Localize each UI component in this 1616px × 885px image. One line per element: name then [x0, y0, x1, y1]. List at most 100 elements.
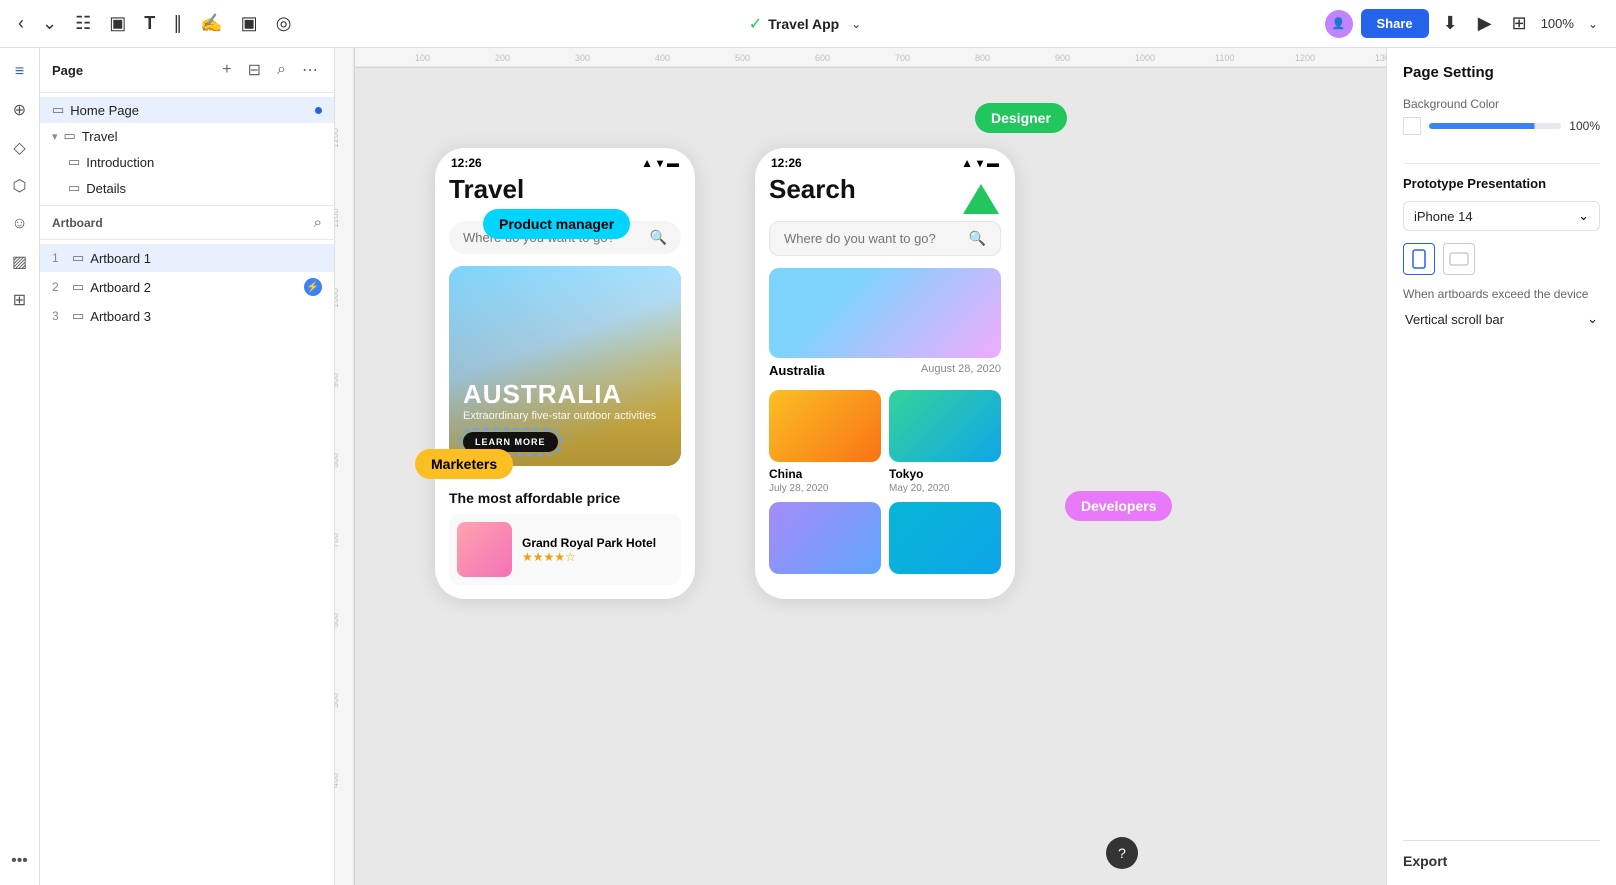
hero-card: AUSTRALIA Extraordinary five-star outdoo… [449, 266, 681, 466]
search-status-icons: ▲ ▾ ▬ [961, 156, 999, 170]
signal-icon-2: ▲ [961, 156, 973, 170]
folder-button[interactable]: ⊟ [244, 58, 265, 82]
page-item-intro[interactable]: ▭ Introduction [40, 149, 334, 175]
search-time: 12:26 [771, 156, 802, 170]
share-button[interactable]: Share [1361, 9, 1429, 38]
page-name-home: Home Page [70, 103, 139, 118]
search-pages-button[interactable]: ⌕ [273, 59, 290, 81]
artboard-num-1: 1 [52, 251, 66, 265]
text-button[interactable]: T [138, 9, 161, 38]
pages-header: Page + ⊟ ⌕ ⋯ [40, 48, 334, 93]
artboard-icon-3: ▭ [72, 308, 84, 324]
prototype-icon-btn[interactable]: ⬡ [4, 170, 36, 202]
dropdown-button[interactable]: ⌄ [36, 9, 63, 38]
device-frames-row [1403, 243, 1600, 275]
image-icon-btn[interactable]: ▨ [4, 246, 36, 278]
device-select[interactable]: iPhone 14 ⌄ [1403, 201, 1600, 231]
artboard-item-3[interactable]: 3 ▭ Artboard 3 [40, 302, 334, 330]
landscape-frame-opt[interactable] [1443, 243, 1475, 275]
search-input-2[interactable] [784, 231, 961, 246]
more-icon-btn[interactable]: ••• [4, 845, 36, 877]
article-australia: Australia August 28, 2020 [769, 268, 1001, 380]
artboard-header: Artboard ⌕ [40, 206, 334, 240]
exceed-select[interactable]: Vertical scroll bar ⌄ [1403, 307, 1600, 331]
hand-button[interactable]: ✍ [194, 9, 228, 38]
main-content: ≡ ⊕ ◇ ⬡ ☺ ▨ ⊞ ••• Page + ⊟ ⌕ ⋯ ▭ Home Pa… [0, 48, 1616, 885]
device-select-label: iPhone 14 [1414, 209, 1473, 224]
artboard-icon-2: ▭ [72, 279, 84, 295]
svg-text:700: 700 [335, 533, 340, 548]
article-selfie [769, 502, 881, 574]
article-location-2: China [769, 467, 802, 481]
artboard-name-1: Artboard 1 [90, 251, 322, 266]
exceed-label: When artboards exceed the device [1403, 287, 1600, 301]
hotel-stars: ★★★★☆ [522, 550, 656, 564]
present-button[interactable]: ⊞ [1506, 9, 1533, 38]
battery-icon-2: ▬ [987, 156, 999, 170]
title-dropdown[interactable]: ⌄ [845, 13, 867, 35]
page-name-travel: Travel [82, 129, 118, 144]
svg-text:200: 200 [495, 53, 510, 63]
article-location-3: Tokyo [889, 467, 923, 481]
hero-country: AUSTRALIA [463, 379, 667, 410]
article-location-1: Australia [769, 363, 825, 378]
artboard-item-2[interactable]: 2 ▭ Artboard 2 ⚡ [40, 272, 334, 302]
more-pages-button[interactable]: ⋯ [298, 58, 322, 82]
product-manager-bubble-container: Product manager [483, 216, 497, 232]
layers-icon-btn[interactable]: ≡ [4, 56, 36, 88]
wifi-icon-2: ▾ [977, 156, 983, 170]
triangle-decoration [963, 184, 999, 214]
canvas-content: 12:26 ▲ ▾ ▬ Travel 🔍 [355, 68, 1386, 885]
selfie-image [769, 502, 881, 574]
svg-text:900: 900 [1055, 53, 1070, 63]
zoom-level: 100% [1541, 16, 1574, 31]
portrait-frame-opt[interactable] [1403, 243, 1435, 275]
zoom-dropdown[interactable]: ⌄ [1582, 13, 1604, 35]
add-page-button[interactable]: + [218, 59, 235, 81]
travel-title: Travel [449, 174, 681, 209]
developers-bubble[interactable]: Developers [1065, 491, 1172, 521]
page-item-details[interactable]: ▭ Details [40, 175, 334, 201]
signal-icon: ▲ [641, 156, 653, 170]
assets-icon-btn[interactable]: ◇ [4, 132, 36, 164]
product-manager-bubble[interactable]: Product manager [483, 209, 630, 239]
travel-time: 12:26 [451, 156, 482, 170]
svg-text:500: 500 [335, 693, 340, 708]
export-button[interactable]: Export [1403, 840, 1600, 869]
pages-icon-btn[interactable]: ⊕ [4, 94, 36, 126]
help-button[interactable]: ? [1106, 837, 1138, 869]
frame-button[interactable]: ▣ [103, 9, 132, 38]
artboard-list: 1 ▭ Artboard 1 2 ▭ Artboard 2 ⚡ 3 ▭ Artb… [40, 240, 334, 334]
marketers-bubble[interactable]: Marketers [415, 449, 513, 479]
plugin-icon-btn[interactable]: ⊞ [4, 284, 36, 316]
color-swatch[interactable] [1403, 117, 1421, 135]
page-item-home[interactable]: ▭ Home Page [40, 97, 334, 123]
svg-text:1100: 1100 [335, 209, 340, 228]
play-button[interactable]: ▶ [1472, 9, 1498, 38]
back-button[interactable]: ‹ [12, 9, 30, 38]
article-ocean [889, 502, 1001, 574]
svg-text:700: 700 [895, 53, 910, 63]
pages-button[interactable]: ☷ [69, 9, 97, 38]
designer-label: Designer [991, 110, 1051, 126]
emoji-icon-btn[interactable]: ☺ [4, 208, 36, 240]
pages-tree: ▭ Home Page ▾ ▭ Travel ▭ Introduction ▭ … [40, 93, 334, 206]
components-button[interactable]: ▣ [235, 9, 264, 38]
frame-icon-details: ▭ [68, 180, 80, 196]
svg-text:1100: 1100 [1215, 53, 1234, 63]
download-button[interactable]: ⬇ [1437, 9, 1464, 38]
china-image [769, 390, 881, 462]
color-slider[interactable] [1429, 123, 1561, 129]
article-grid: China July 28, 2020 Tokyo May 20, 2020 [769, 390, 1001, 574]
designer-bubble[interactable]: Designer [975, 103, 1067, 133]
battery-icon: ▬ [667, 156, 679, 170]
exceed-value: Vertical scroll bar [1405, 312, 1504, 327]
search-artboard-button[interactable]: ⌕ [314, 214, 322, 231]
shapes-button[interactable]: ∥ [167, 9, 188, 38]
search-bar-outline[interactable]: 🔍 [769, 221, 1001, 256]
svg-text:900: 900 [335, 373, 340, 388]
artboard-item-1[interactable]: 1 ▭ Artboard 1 [40, 244, 334, 272]
search-frame: 12:26 ▲ ▾ ▬ Search 🔍 [755, 148, 1015, 599]
page-item-travel[interactable]: ▾ ▭ Travel [40, 123, 334, 149]
comment-button[interactable]: ◎ [270, 9, 298, 38]
